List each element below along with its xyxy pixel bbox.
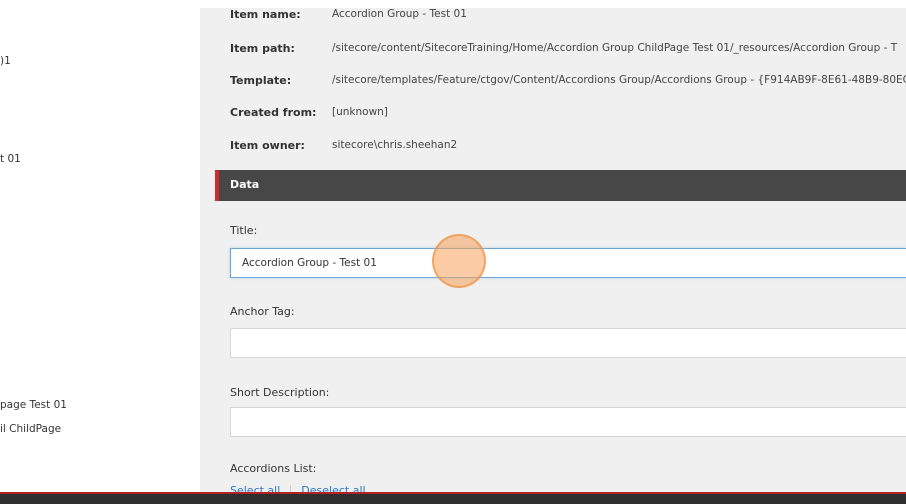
tree-item[interactable]: t 01	[0, 153, 21, 165]
anchor-tag-input[interactable]	[230, 328, 906, 358]
info-value: /sitecore/templates/Feature/ctgov/Conten…	[332, 74, 906, 86]
top-strip	[200, 0, 906, 8]
info-value: Accordion Group - Test 01	[332, 8, 467, 20]
info-value: sitecore\chris.sheehan2	[332, 139, 458, 151]
bottom-bar	[0, 492, 906, 504]
data-section-header[interactable]: Data	[215, 170, 906, 201]
content-tree: )1 t 01 page Test 01 il ChildPage	[0, 0, 200, 504]
tree-item[interactable]: il ChildPage	[0, 423, 61, 435]
info-label: Item name:	[230, 8, 301, 21]
accordions-list-field-label: Accordions List:	[230, 462, 317, 475]
info-label: Item path:	[230, 42, 295, 55]
anchor-tag-field-label: Anchor Tag:	[230, 305, 295, 318]
title-field-label: Title:	[230, 224, 258, 237]
info-value: [unknown]	[332, 106, 388, 118]
tree-item[interactable]: page Test 01	[0, 399, 67, 411]
title-input[interactable]	[230, 248, 906, 278]
info-label: Created from:	[230, 106, 317, 119]
info-value: /sitecore/content/SitecoreTraining/Home/…	[332, 42, 898, 54]
info-label: Template:	[230, 74, 292, 87]
short-description-field-label: Short Description:	[230, 386, 330, 399]
content-editor: Item name: Accordion Group - Test 01 Ite…	[200, 0, 906, 504]
info-label: Item owner:	[230, 139, 305, 152]
section-title: Data	[230, 178, 260, 191]
tree-item[interactable]: )1	[0, 55, 11, 67]
app-root: )1 t 01 page Test 01 il ChildPage Item n…	[0, 0, 906, 504]
short-description-input[interactable]	[230, 407, 906, 437]
